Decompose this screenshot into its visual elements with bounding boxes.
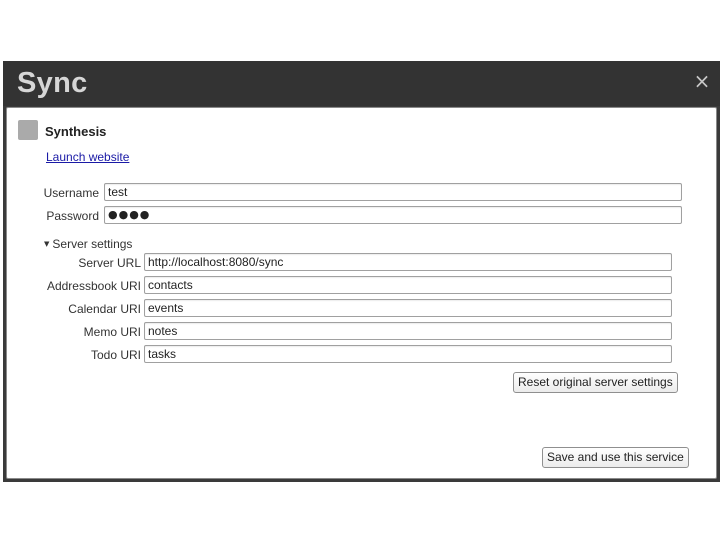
todo-uri-input[interactable]: tasks [144,345,672,363]
dialog-titlebar: Sync × [3,61,720,106]
memo-uri-label: Memo URI [83,325,141,339]
server-settings-expander[interactable]: ▼ Server settings [44,237,132,251]
server-settings-label: Server settings [52,237,133,251]
service-name: Synthesis [45,124,107,139]
calendar-uri-label: Calendar URI [68,302,141,316]
addressbook-uri-input[interactable]: contacts [144,276,672,294]
server-url-input[interactable]: http://localhost:8080/sync [144,253,672,271]
service-icon [18,120,38,140]
save-and-use-service-button[interactable]: Save and use this service [542,447,689,468]
launch-website-link[interactable]: Launch website [46,150,129,164]
expander-arrow-icon: ▼ [44,240,50,248]
server-url-label: Server URL [78,256,141,270]
service-settings-panel: Synthesis Launch website Username test P… [6,107,717,479]
password-input[interactable]: ●●●● [104,206,682,224]
username-input[interactable]: test [104,183,682,201]
sync-dialog: Sync × Synthesis Launch website Username… [3,61,720,482]
password-label: Password [46,209,99,223]
reset-server-settings-button[interactable]: Reset original server settings [513,372,678,393]
calendar-uri-input[interactable]: events [144,299,672,317]
addressbook-uri-label: Addressbook URI [46,279,141,293]
dialog-title: Sync [17,67,88,99]
memo-uri-input[interactable]: notes [144,322,672,340]
close-icon[interactable]: × [692,71,712,91]
todo-uri-label: Todo URI [90,348,141,362]
username-label: Username [43,186,99,200]
